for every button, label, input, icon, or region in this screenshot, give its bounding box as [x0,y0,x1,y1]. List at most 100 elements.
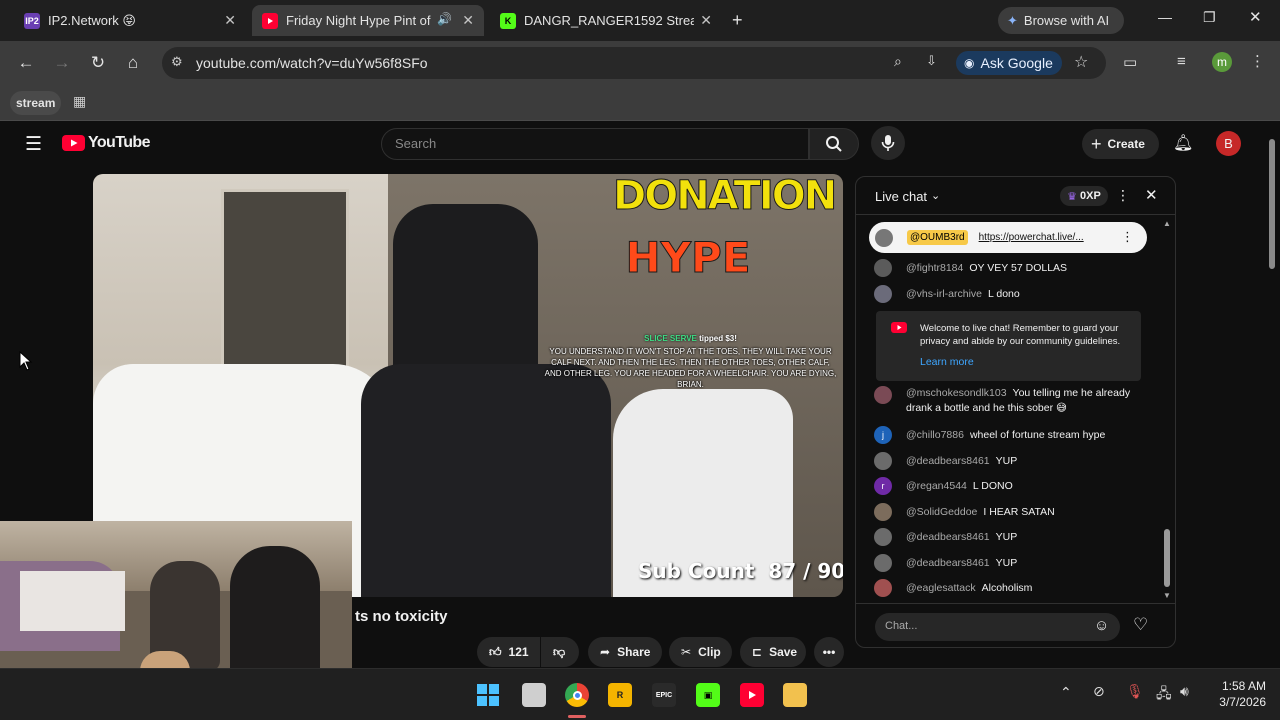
bookmark-stream[interactable]: stream [10,91,62,115]
create-button[interactable]: + Create [1082,129,1159,159]
emoji-icon[interactable]: ☺ [1094,617,1109,634]
chat-author[interactable]: @mschokesondlk103 [906,387,1007,399]
share-label: Share [617,645,651,659]
dislike-button[interactable]: 👎︎ [541,637,579,667]
welcome-notice: Welcome to live chat! Remember to guard … [876,311,1141,381]
reload-icon[interactable]: ↻ [86,51,110,75]
youtube-play-icon [62,135,85,151]
youtube-logo[interactable]: YouTube [62,134,150,152]
xp-badge[interactable]: ♛ 0XP [1060,186,1108,206]
url-text[interactable]: youtube.com/watch?v=duYw56f8SFo [196,55,428,71]
task-view-icon[interactable] [522,683,546,707]
heart-icon[interactable]: ♡ [1133,615,1148,635]
notifications-bell-icon[interactable]: 🔔︎ [1173,133,1193,153]
search-input[interactable]: Search [381,128,809,160]
install-app-icon[interactable]: ⇩ [926,53,937,69]
tab-ip2-network[interactable]: IP2 IP2.Network 😝 ✕ [14,5,246,36]
file-explorer-icon[interactable] [783,683,807,707]
close-tab-icon[interactable]: ✕ [224,12,236,29]
zoom-icon[interactable]: ⌕ [894,53,902,70]
menu-kebab-icon[interactable]: ⋮ [1250,52,1265,70]
chat-input[interactable]: Chat... ☺ [875,613,1120,641]
chat-author[interactable]: @deadbears8461 [906,455,990,467]
minimize-icon[interactable]: — [1158,9,1172,25]
epic-games-icon[interactable]: EPIC [652,683,676,707]
close-chat-icon[interactable]: ✕ [1145,186,1158,204]
pinned-link[interactable]: https://powerchat.live/... [979,232,1084,243]
chat-author[interactable]: @chillo7886 [906,429,964,441]
chat-scrollbar[interactable]: ▲ ▼ [1162,219,1172,601]
browse-ai-label: Browse with AI [1023,13,1110,28]
home-icon[interactable]: ⌂ [121,51,145,75]
close-tab-icon[interactable]: ✕ [462,12,474,29]
close-tab-icon[interactable]: ✕ [700,12,712,29]
page-scrollbar[interactable] [1268,125,1276,665]
pinned-message[interactable]: @OUMB3rd https://powerchat.live/... ⋮ [869,222,1147,253]
chat-author[interactable]: @deadbears8461 [906,557,990,569]
pinned-menu-icon[interactable]: ⋮ [1121,229,1134,245]
chat-message: @vhs-irl-archive L dono [874,283,1020,305]
windows-start-icon[interactable] [476,683,500,707]
chat-author[interactable]: @SolidGeddoe [906,506,977,518]
chat-text: I HEAR SATAN [983,506,1055,518]
youtube-app-icon[interactable] [740,683,764,707]
close-window-icon[interactable]: ✕ [1249,8,1262,26]
search-icon [826,136,842,152]
donation-subtitle: HYPE [625,233,751,282]
chat-text: YUP [995,455,1018,467]
chat-author[interactable]: @deadbears8461 [906,531,990,543]
microphone-tray-icon[interactable]: 🎙︎ [1126,683,1144,700]
rockstar-launcher-icon[interactable]: R [608,683,632,707]
tab-groups-icon[interactable]: ▦ [73,93,86,110]
hamburger-menu-icon[interactable]: ☰ [25,133,42,156]
back-icon[interactable]: ← [14,51,38,75]
chat-author[interactable]: @fightr8184 [906,262,963,274]
bookmark-star-icon[interactable]: ☆ [1074,52,1088,72]
chevron-up-icon[interactable]: ⌃ [1060,684,1072,701]
chat-mode-dropdown[interactable]: Live chat ⌄ [875,189,940,204]
mic-muted-icon[interactable]: ⊘ [1093,683,1105,700]
like-button[interactable]: 👍︎ 121 [477,637,540,667]
side-panel-icon[interactable]: ▭ [1123,53,1137,71]
clip-button[interactable]: ✂ Clip [669,637,732,667]
speaker-icon[interactable]: 🔊 [437,12,452,26]
create-label: Create [1107,137,1145,151]
tab-kick-stream[interactable]: K DANGR_RANGER1592 Stream - ✕ [490,5,722,36]
chat-menu-icon[interactable]: ⋮ [1116,187,1130,204]
chrome-icon[interactable] [565,683,589,707]
chat-text: YUP [995,557,1018,569]
tab-youtube-video[interactable]: Friday Night Hype Pint of Je 🔊 ✕ [252,5,484,36]
kick-app-icon[interactable]: ▣ [696,683,720,707]
learn-more-link[interactable]: Learn more [920,356,974,368]
scroll-down-icon[interactable]: ▼ [1163,591,1171,600]
voice-search-button[interactable] [871,126,905,160]
more-actions-button[interactable]: ••• [814,637,844,667]
chat-text: L DONO [972,480,1013,492]
video-scene-chair [361,364,611,597]
site-info-icon[interactable]: ⚙ [171,54,183,70]
windows-taskbar: R EPIC ▣ ⌃ ⊘ 🎙︎ 🖧︎ 🔊︎ 1:58 AM 3/7/2026 [0,668,1280,720]
forward-icon[interactable]: → [50,51,74,75]
profile-avatar[interactable]: m [1212,52,1232,72]
media-controls-icon[interactable]: ≡ [1177,53,1186,70]
new-tab-icon[interactable]: + [732,10,743,31]
chat-text: OY VEY 57 DOLLAS [969,262,1068,274]
sub-count-label: Sub Count [638,559,755,583]
chat-avatar [874,259,892,277]
browse-with-ai-button[interactable]: ✦ Browse with AI [998,7,1124,34]
network-icon[interactable]: 🖧︎ [1156,683,1172,707]
volume-icon[interactable]: 🔊︎ [1180,683,1189,700]
scroll-up-icon[interactable]: ▲ [1163,219,1171,228]
account-avatar[interactable]: B [1216,131,1241,156]
address-bar[interactable]: ⚙ youtube.com/watch?v=duYw56f8SFo ⌕ ⇩ ◉ … [162,47,1106,79]
restore-icon[interactable]: ❐ [1203,9,1216,26]
ask-google-button[interactable]: ◉ Ask Google [956,51,1062,75]
chat-author[interactable]: @regan4544 [906,480,967,492]
share-button[interactable]: ➦ Share [588,637,662,667]
chat-author[interactable]: @eaglesattack [906,582,976,594]
save-button[interactable]: ⊏ Save [740,637,806,667]
sub-count-value: 87 / 90 [768,559,843,583]
search-button[interactable] [809,128,859,160]
chat-author[interactable]: @vhs-irl-archive [906,288,982,300]
system-clock[interactable]: 1:58 AM 3/7/2026 [1210,678,1266,710]
